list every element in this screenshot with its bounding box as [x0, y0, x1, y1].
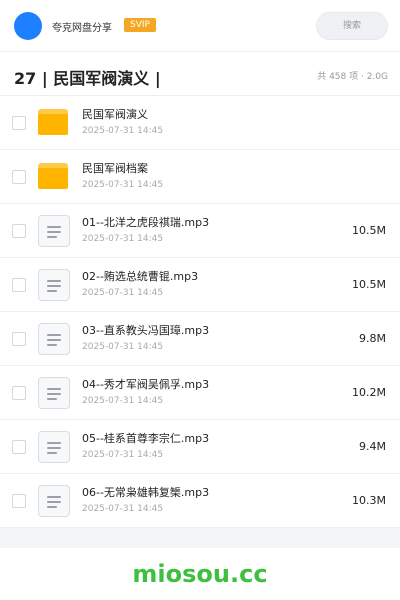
row-checkbox[interactable]	[12, 224, 26, 238]
item-name: 02--贿选总统曹锟.mp3	[82, 270, 199, 283]
item-name: 03--直系教头冯国璋.mp3	[82, 324, 210, 337]
row-checkbox[interactable]	[12, 332, 26, 346]
item-date: 2025-07-31 14:45	[82, 234, 164, 244]
list-item[interactable]: 02--贿选总统曹锟.mp3 2025-07-31 14:45 10.5M	[0, 258, 400, 312]
row-checkbox[interactable]	[12, 386, 26, 400]
row-checkbox[interactable]	[12, 494, 26, 508]
audio-file-icon	[38, 485, 70, 517]
item-date: 2025-07-31 14:45	[82, 180, 164, 190]
footer: miosou.cc	[0, 548, 400, 600]
item-name: 06--无常枭雄韩复榘.mp3	[82, 486, 210, 499]
file-list: 民国军阀演义 2025-07-31 14:45 民国军阀档案 2025-07-3…	[0, 96, 400, 528]
audio-file-icon	[38, 215, 70, 247]
list-item[interactable]: 05--桂系首尊李宗仁.mp3 2025-07-31 14:45 9.4M	[0, 420, 400, 474]
audio-file-icon	[38, 323, 70, 355]
item-size: 10.5M	[352, 224, 386, 237]
list-item[interactable]: 04--秀才军阀吴佩孚.mp3 2025-07-31 14:45 10.2M	[0, 366, 400, 420]
item-date: 2025-07-31 14:45	[82, 504, 164, 514]
item-name: 民国军阀档案	[82, 162, 148, 175]
item-date: 2025-07-31 14:45	[82, 288, 164, 298]
page-title: 27 | 民国军阀演义 |	[14, 69, 161, 88]
folder-title-bar: 27 | 民国军阀演义 | 共 458 项 · 2.0G	[0, 52, 400, 96]
row-checkbox[interactable]	[12, 278, 26, 292]
item-size: 10.2M	[352, 386, 386, 399]
item-size: 10.3M	[352, 494, 386, 507]
svip-badge: SVIP	[124, 18, 156, 32]
item-name: 05--桂系首尊李宗仁.mp3	[82, 432, 210, 445]
folder-summary: 共 458 项 · 2.0G	[317, 72, 388, 82]
list-item[interactable]: 06--无常枭雄韩复榘.mp3 2025-07-31 14:45 10.3M	[0, 474, 400, 528]
item-date: 2025-07-31 14:45	[82, 342, 164, 352]
item-size: 9.4M	[359, 440, 386, 453]
item-date: 2025-07-31 14:45	[82, 396, 164, 406]
audio-file-icon	[38, 269, 70, 301]
audio-file-icon	[38, 431, 70, 463]
folder-icon	[38, 107, 70, 139]
list-item[interactable]: 01--北洋之虎段祺瑞.mp3 2025-07-31 14:45 10.5M	[0, 204, 400, 258]
avatar[interactable]	[14, 12, 42, 40]
row-checkbox[interactable]	[12, 116, 26, 130]
item-size: 9.8M	[359, 332, 386, 345]
list-item[interactable]: 民国军阀档案 2025-07-31 14:45	[0, 150, 400, 204]
watermark: miosou.cc	[132, 560, 268, 588]
app-header: 夸克网盘分享 SVIP 搜索	[0, 0, 400, 52]
item-date: 2025-07-31 14:45	[82, 126, 164, 136]
audio-file-icon	[38, 377, 70, 409]
item-size: 10.5M	[352, 278, 386, 291]
row-checkbox[interactable]	[12, 170, 26, 184]
item-name: 01--北洋之虎段祺瑞.mp3	[82, 216, 210, 229]
item-name: 民国军阀演义	[82, 108, 148, 121]
item-name: 04--秀才军阀吴佩孚.mp3	[82, 378, 210, 391]
folder-icon	[38, 161, 70, 193]
list-item[interactable]: 03--直系教头冯国璋.mp3 2025-07-31 14:45 9.8M	[0, 312, 400, 366]
app-name: 夸克网盘分享	[52, 23, 112, 34]
item-date: 2025-07-31 14:45	[82, 450, 164, 460]
search-input[interactable]: 搜索	[316, 12, 388, 40]
list-item[interactable]: 民国军阀演义 2025-07-31 14:45	[0, 96, 400, 150]
row-checkbox[interactable]	[12, 440, 26, 454]
